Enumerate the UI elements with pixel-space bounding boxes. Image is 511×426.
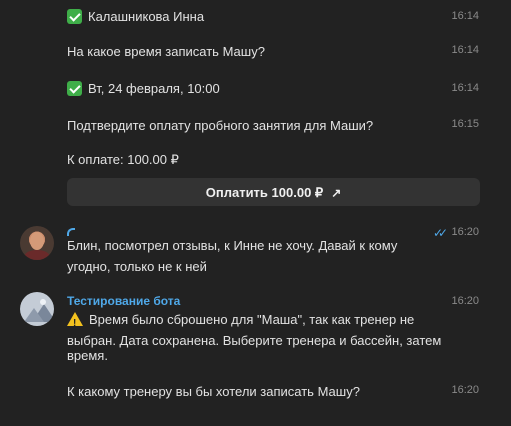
message-text: К какому тренеру вы бы хотели записать М… [67,384,360,399]
message-time: 16:20 [451,384,479,396]
message-text-line: выбран. Дата сохранена. Выберите тренера… [67,333,442,348]
message-text: Подтвердите оплату пробного занятия для … [67,118,374,133]
avatar-sun [40,299,46,305]
message-time: 16:20 [451,226,479,238]
message-trainer-choice: Калашникова Инна [67,6,204,27]
double-check-icon: ✓✓ [433,226,448,240]
avatar-face [30,232,44,250]
arrow-up-right-icon: ↗ [331,186,342,200]
message-text: На какое время записать Машу? [67,44,265,59]
avatar[interactable] [20,292,54,326]
message-time: 16:14 [451,44,479,56]
message-time: 16:14 [451,82,479,94]
pay-button-label: Оплатить 100.00 ₽ [205,185,324,200]
message-text-line: Время было сброшено для "Маша", так как … [67,309,415,334]
check-mark-icon [67,81,82,96]
message-date-choice: Вт, 24 февраля, 10:00 [67,78,220,99]
message-time: 16:14 [451,10,479,22]
message-text-line: Блин, посмотрел отзывы, к Инне не хочу. … [67,238,398,253]
message-time: 16:20 [451,295,479,307]
warning-icon [67,312,83,334]
avatar-body [24,250,50,260]
sender-name[interactable]: Тестирование бота [67,294,180,308]
message-time: 16:15 [451,118,479,130]
message-text: Вт, 24 февраля, 10:00 [88,81,220,96]
message-text-line: время. [67,348,108,363]
avatar-mountain [24,308,44,322]
message-text: Калашникова Инна [88,9,205,24]
pay-button[interactable]: Оплатить 100.00 ₽ ↗ [67,178,480,206]
message-text-line: угодно, только не к ней [67,259,207,274]
avatar[interactable] [20,226,54,260]
payment-amount-text: К оплате: 100.00 ₽ [67,152,179,167]
message-text: Время было сброшено для "Маша", так как … [89,312,415,327]
check-mark-icon [67,9,82,24]
